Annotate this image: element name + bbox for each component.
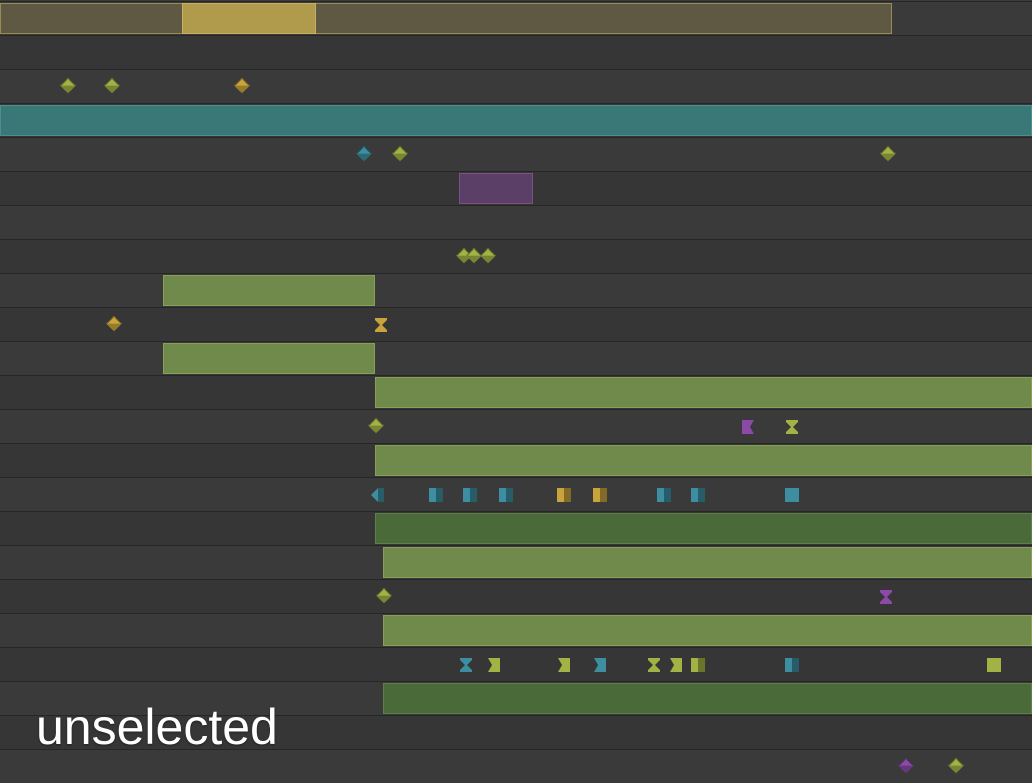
keyframe-hourglass-icon[interactable] — [373, 317, 389, 333]
action-strip[interactable] — [375, 377, 1032, 408]
keyframe-split-square-icon[interactable] — [556, 487, 572, 503]
keyframe-split-square-icon[interactable] — [498, 487, 514, 503]
keyframe-arrow-left-icon[interactable] — [370, 487, 386, 503]
channel-row[interactable] — [0, 409, 1032, 443]
action-strip[interactable] — [383, 547, 1032, 578]
action-strip[interactable] — [163, 343, 375, 374]
keyframe-bracket-right-icon[interactable] — [486, 657, 502, 673]
keyframe-hourglass-icon[interactable] — [458, 657, 474, 673]
channel-row[interactable] — [0, 579, 1032, 613]
keyframe-split-square-icon[interactable] — [784, 657, 800, 673]
channel-row[interactable] — [0, 613, 1032, 647]
channel-row[interactable] — [0, 341, 1032, 375]
channel-row[interactable] — [0, 375, 1032, 409]
channel-row[interactable] — [0, 307, 1032, 341]
keyframe-diamond-icon[interactable] — [104, 77, 120, 94]
keyframe-square-icon[interactable] — [986, 657, 1002, 673]
keyframe-hourglass-icon[interactable] — [646, 657, 662, 673]
channel-row[interactable] — [0, 103, 1032, 137]
action-strip[interactable] — [459, 173, 533, 204]
selection-status-label: unselected — [36, 699, 278, 755]
keyframe-bracket-right-icon[interactable] — [592, 657, 608, 673]
action-strip[interactable] — [163, 275, 375, 306]
channel-row[interactable] — [0, 477, 1032, 511]
keyframe-diamond-icon[interactable] — [480, 247, 496, 264]
keyframe-diamond-icon[interactable] — [60, 77, 76, 94]
channel-row[interactable] — [0, 205, 1032, 239]
action-strip[interactable] — [383, 683, 1032, 714]
channel-row[interactable] — [0, 1, 1032, 35]
keyframe-split-square-icon[interactable] — [462, 487, 478, 503]
keyframe-diamond-icon[interactable] — [106, 315, 122, 332]
keyframe-diamond-icon[interactable] — [376, 587, 392, 604]
keyframe-diamond-icon[interactable] — [234, 77, 250, 94]
keyframe-hourglass-icon[interactable] — [784, 419, 800, 435]
keyframe-split-square-icon[interactable] — [428, 487, 444, 503]
channel-row[interactable] — [0, 443, 1032, 477]
channel-row[interactable] — [0, 171, 1032, 205]
action-strip[interactable] — [375, 513, 1032, 544]
channel-row[interactable] — [0, 545, 1032, 579]
keyframe-split-square-icon[interactable] — [690, 487, 706, 503]
keyframe-diamond-icon[interactable] — [392, 145, 408, 162]
keyframe-diamond-icon[interactable] — [898, 757, 914, 774]
keyframe-diamond-icon[interactable] — [356, 145, 372, 162]
channel-row[interactable] — [0, 137, 1032, 171]
keyframe-diamond-icon[interactable] — [948, 757, 964, 774]
channel-row[interactable] — [0, 273, 1032, 307]
keyframe-bracket-right-icon[interactable] — [668, 657, 684, 673]
channel-row[interactable] — [0, 647, 1032, 681]
action-strip[interactable] — [383, 615, 1032, 646]
keyframe-split-square-icon[interactable] — [592, 487, 608, 503]
keyframe-split-square-icon[interactable] — [690, 657, 706, 673]
channel-row[interactable] — [0, 511, 1032, 545]
action-strip[interactable] — [182, 3, 316, 34]
keyframe-square-icon[interactable] — [784, 487, 800, 503]
dopesheet-timeline[interactable] — [0, 0, 1032, 783]
channel-row[interactable] — [0, 239, 1032, 273]
keyframe-bracket-left-icon[interactable] — [740, 419, 756, 435]
keyframe-diamond-icon[interactable] — [368, 417, 384, 434]
keyframe-split-square-icon[interactable] — [656, 487, 672, 503]
keyframe-bracket-right-icon[interactable] — [556, 657, 572, 673]
action-strip[interactable] — [375, 445, 1032, 476]
action-strip[interactable] — [0, 105, 1032, 136]
keyframe-diamond-icon[interactable] — [880, 145, 896, 162]
channel-row[interactable] — [0, 35, 1032, 69]
action-strip[interactable] — [0, 3, 892, 34]
channel-row[interactable] — [0, 69, 1032, 103]
keyframe-hourglass-icon[interactable] — [878, 589, 894, 605]
